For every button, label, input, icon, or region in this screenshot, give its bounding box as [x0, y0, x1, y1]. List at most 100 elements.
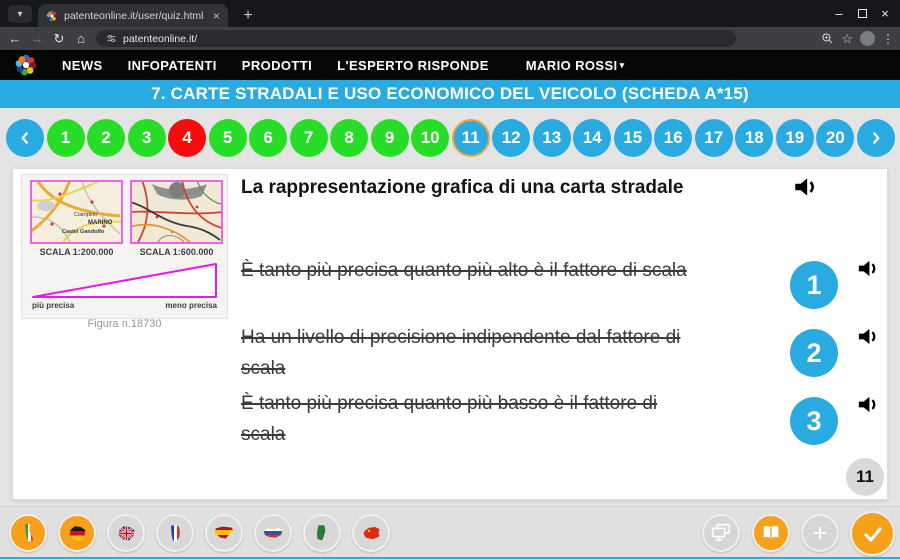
add-button[interactable] — [801, 514, 839, 552]
map-scale-200000-image: Ciampino MARINO Castel Gandolfo — [30, 180, 123, 244]
question-number-8[interactable]: 8 — [330, 119, 368, 157]
site-navbar: NEWS INFOPATENTI PRODOTTI L'ESPERTO RISP… — [0, 50, 900, 80]
flag-germany-button[interactable] — [58, 514, 96, 552]
plus-icon — [811, 524, 829, 542]
prev-question-button[interactable] — [6, 119, 44, 157]
answer-1-button[interactable]: 1 — [790, 261, 838, 309]
close-tab-icon[interactable]: × — [213, 10, 220, 22]
germany-flag-icon — [67, 523, 88, 544]
map-scale-right-label: SCALA 1:600.000 — [130, 247, 223, 257]
user-name: MARIO ROSSI — [526, 58, 618, 73]
answer-3-audio-icon[interactable] — [856, 393, 879, 416]
svg-text:MARINO: MARINO — [88, 220, 113, 226]
caret-down-icon: ▾ — [620, 60, 625, 71]
url-text: patenteonline.it/ — [123, 33, 197, 45]
answer-1-text: È tanto più precisa quanto più alto è il… — [241, 255, 703, 286]
answer-2-audio-icon[interactable] — [856, 325, 879, 348]
flag-united-kingdom-button[interactable] — [107, 514, 145, 552]
screen-mode-button[interactable] — [702, 514, 740, 552]
question-number-12[interactable]: 12 — [492, 119, 530, 157]
spain-flag-icon — [213, 522, 235, 544]
tab-search-button[interactable]: ▾ — [8, 5, 32, 23]
nav-item-news[interactable]: NEWS — [62, 58, 103, 73]
question-number-1[interactable]: 1 — [47, 119, 85, 157]
precision-left-label: più precisa — [32, 301, 74, 310]
confirm-button[interactable] — [850, 511, 895, 556]
open-book-icon — [760, 522, 782, 544]
question-number-5[interactable]: 5 — [209, 119, 247, 157]
map-scale-left-label: SCALA 1:200.000 — [30, 247, 123, 257]
question-number-3[interactable]: 3 — [128, 119, 166, 157]
bookmark-star-icon[interactable]: ☆ — [841, 31, 853, 47]
precision-wedge — [28, 259, 223, 301]
answer-3-text: È tanto più precisa quanto più basso è i… — [241, 388, 703, 450]
question-number-2[interactable]: 2 — [87, 119, 125, 157]
nav-item-esperto[interactable]: L'ESPERTO RISPONDE — [337, 58, 489, 73]
russia-flag-icon — [262, 522, 284, 544]
svg-text:Castel Gandolfo: Castel Gandolfo — [62, 229, 105, 235]
chapter-title: 7. CARTE STRADALI E USO ECONOMICO DEL VE… — [151, 84, 749, 104]
question-number-18[interactable]: 18 — [735, 119, 773, 157]
new-tab-button[interactable]: + — [238, 6, 258, 26]
chapter-header: 7. CARTE STRADALI E USO ECONOMICO DEL VE… — [0, 80, 900, 108]
nav-item-infopatenti[interactable]: INFOPATENTI — [128, 58, 217, 73]
question-number-nav: 1 2 3 4 5 6 7 8 9 10 11 12 13 14 15 16 1… — [6, 118, 895, 158]
answer-2-button[interactable]: 2 — [790, 329, 838, 377]
browser-toolbar: ← → ↻ ⌂ patenteonline.it/ — [0, 27, 900, 50]
browser-menu-icon[interactable]: ⋮ — [882, 32, 894, 46]
question-number-14[interactable]: 14 — [573, 119, 611, 157]
question-number-11-current[interactable]: 11 — [452, 119, 490, 157]
question-number-16[interactable]: 16 — [654, 119, 692, 157]
back-icon[interactable]: ← — [4, 31, 26, 46]
flag-saudi-arabia-button[interactable] — [303, 514, 341, 552]
china-flag-icon — [361, 523, 382, 544]
zoom-icon[interactable] — [821, 32, 834, 45]
current-question-badge: 11 — [846, 458, 884, 496]
flag-china-button[interactable] — [352, 514, 390, 552]
answer-3-button[interactable]: 3 — [790, 397, 838, 445]
home-icon[interactable]: ⌂ — [70, 31, 92, 46]
flag-italy-button[interactable] — [9, 514, 47, 552]
checkmark-icon — [861, 522, 885, 546]
browser-tab[interactable]: patenteonline.it/user/quiz.html × — [38, 4, 228, 27]
toolbar-right: ☆ ⋮ — [821, 27, 894, 50]
forward-icon[interactable]: → — [26, 31, 48, 46]
question-number-9[interactable]: 9 — [371, 119, 409, 157]
question-audio-icon[interactable] — [792, 174, 818, 200]
profile-avatar[interactable] — [860, 31, 875, 46]
flag-spain-button[interactable] — [205, 514, 243, 552]
question-number-15[interactable]: 15 — [614, 119, 652, 157]
question-number-20[interactable]: 20 — [816, 119, 854, 157]
flag-france-button[interactable] — [156, 514, 194, 552]
question-number-19[interactable]: 19 — [776, 119, 814, 157]
tab-title: patenteonline.it/user/quiz.html — [64, 10, 207, 22]
reload-icon[interactable]: ↻ — [48, 31, 70, 47]
answer-1-audio-icon[interactable] — [856, 257, 879, 280]
flag-russia-button[interactable] — [254, 514, 292, 552]
next-question-button[interactable] — [857, 119, 895, 157]
minimize-icon: – — [835, 6, 842, 21]
maximize-icon — [858, 9, 867, 18]
site-favicon — [46, 10, 58, 22]
question-number-17[interactable]: 17 — [695, 119, 733, 157]
user-menu[interactable]: MARIO ROSSI ▾ — [526, 58, 625, 73]
question-number-7[interactable]: 7 — [290, 119, 328, 157]
question-number-6[interactable]: 6 — [249, 119, 287, 157]
italy-flag-icon — [17, 522, 39, 544]
theory-book-button[interactable] — [752, 514, 790, 552]
close-window-button[interactable]: × — [870, 0, 900, 27]
question-card: Ciampino MARINO Castel Gandolfo SCALA 1:… — [12, 168, 888, 500]
patenteonline-logo[interactable] — [14, 53, 38, 77]
address-bar[interactable]: patenteonline.it/ — [96, 30, 736, 47]
close-icon: × — [881, 6, 889, 21]
precision-right-label: meno precisa — [165, 301, 217, 310]
browser-tab-strip: ▾ patenteonline.it/user/quiz.html × + – … — [0, 0, 900, 27]
question-number-10[interactable]: 10 — [411, 119, 449, 157]
svg-text:Ciampino: Ciampino — [74, 212, 97, 218]
united-kingdom-flag-icon — [116, 523, 137, 544]
site-settings-icon — [106, 33, 117, 44]
question-number-4[interactable]: 4 — [168, 119, 206, 157]
france-flag-icon — [165, 523, 186, 544]
question-number-13[interactable]: 13 — [533, 119, 571, 157]
nav-item-prodotti[interactable]: PRODOTTI — [242, 58, 312, 73]
